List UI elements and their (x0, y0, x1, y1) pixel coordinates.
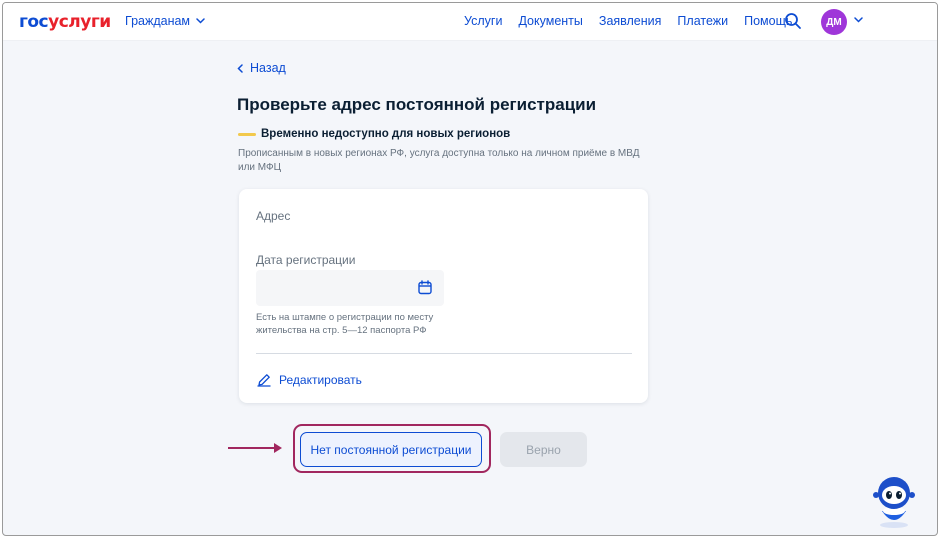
registration-date-input[interactable] (256, 270, 444, 306)
user-avatar[interactable]: ДМ (821, 9, 847, 35)
date-label: Дата регистрации (256, 253, 356, 267)
nav-item-payments[interactable]: Платежи (677, 14, 728, 28)
chevron-left-icon (237, 63, 243, 73)
edit-link-label: Редактировать (279, 373, 362, 387)
chevron-down-icon (196, 18, 205, 24)
main-nav: Услуги Документы Заявления Платежи Помощ… (464, 14, 808, 28)
nav-item-services[interactable]: Услуги (464, 14, 502, 28)
gosuslugi-logo[interactable]: госуслуги (19, 12, 111, 32)
registration-card: Адрес Дата регистрации Есть на штампе о … (239, 189, 648, 403)
date-hint: Есть на штампе о регистрации по месту жи… (256, 312, 434, 336)
no-registration-button[interactable]: Нет постоянной регистрации (300, 432, 482, 467)
calendar-icon[interactable] (418, 280, 432, 295)
notice-text: Прописанным в новых регионах РФ, услуга … (238, 148, 640, 173)
notice-title: Временно недоступно для новых регионов (261, 128, 511, 140)
logo-part-uslugi: услуги (48, 12, 111, 32)
audience-menu[interactable]: Гражданам (125, 14, 205, 28)
search-icon[interactable] (784, 12, 802, 30)
chevron-down-icon[interactable] (854, 17, 863, 23)
nav-item-documents[interactable]: Документы (518, 14, 582, 28)
site-header: госуслуги Гражданам Услуги Документы Зая… (3, 3, 937, 41)
address-label: Адрес (256, 209, 291, 223)
page-title: Проверьте адрес постоянной регистрации (237, 95, 597, 114)
browser-frame: госуслуги Гражданам Услуги Документы Зая… (2, 2, 938, 536)
confirm-button[interactable]: Верно (500, 432, 587, 467)
back-link[interactable]: Назад (237, 61, 286, 75)
card-divider (256, 353, 632, 354)
annotation-arrow-icon (228, 443, 282, 453)
logo-part-gos: гос (19, 12, 49, 32)
nav-item-applications[interactable]: Заявления (599, 14, 662, 28)
notice-marker (238, 133, 256, 136)
pencil-icon (257, 374, 271, 387)
back-link-label: Назад (250, 61, 286, 75)
robot-assistant-icon[interactable] (868, 473, 920, 529)
audience-menu-label: Гражданам (125, 14, 191, 28)
edit-link[interactable]: Редактировать (257, 373, 362, 387)
